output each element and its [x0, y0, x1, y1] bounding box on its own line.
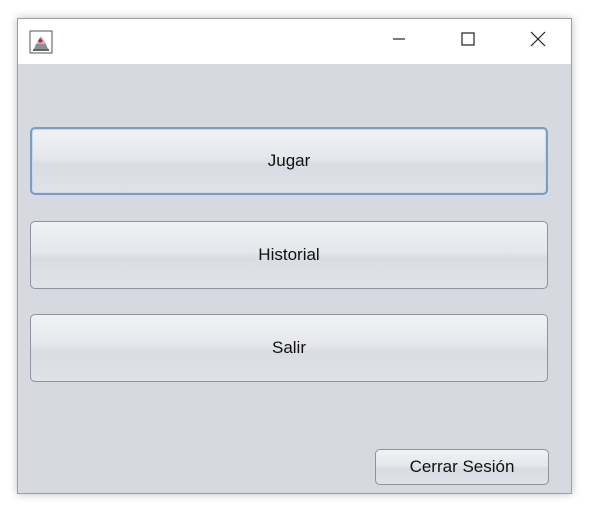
history-button[interactable]: Historial — [30, 221, 548, 289]
close-icon — [530, 31, 546, 52]
java-coffee-cup-icon[interactable] — [29, 30, 53, 54]
maximize-icon — [461, 32, 475, 51]
play-button-label: Jugar — [267, 151, 311, 170]
main-panel: Jugar Historial Salir Cerrar Sesión — [18, 64, 571, 493]
play-button[interactable]: Jugar — [30, 127, 548, 195]
close-button[interactable] — [515, 19, 561, 64]
history-button-label: Historial — [258, 245, 320, 264]
app-window: Jugar Historial Salir Cerrar Sesión — [17, 18, 572, 494]
logout-button-label: Cerrar Sesión — [409, 457, 515, 476]
minimize-button[interactable] — [376, 19, 422, 64]
logout-button[interactable]: Cerrar Sesión — [375, 449, 549, 485]
exit-button[interactable]: Salir — [30, 314, 548, 382]
title-bar[interactable] — [18, 19, 571, 64]
exit-button-label: Salir — [271, 338, 306, 357]
maximize-button[interactable] — [445, 19, 491, 64]
minimize-icon — [392, 32, 406, 51]
